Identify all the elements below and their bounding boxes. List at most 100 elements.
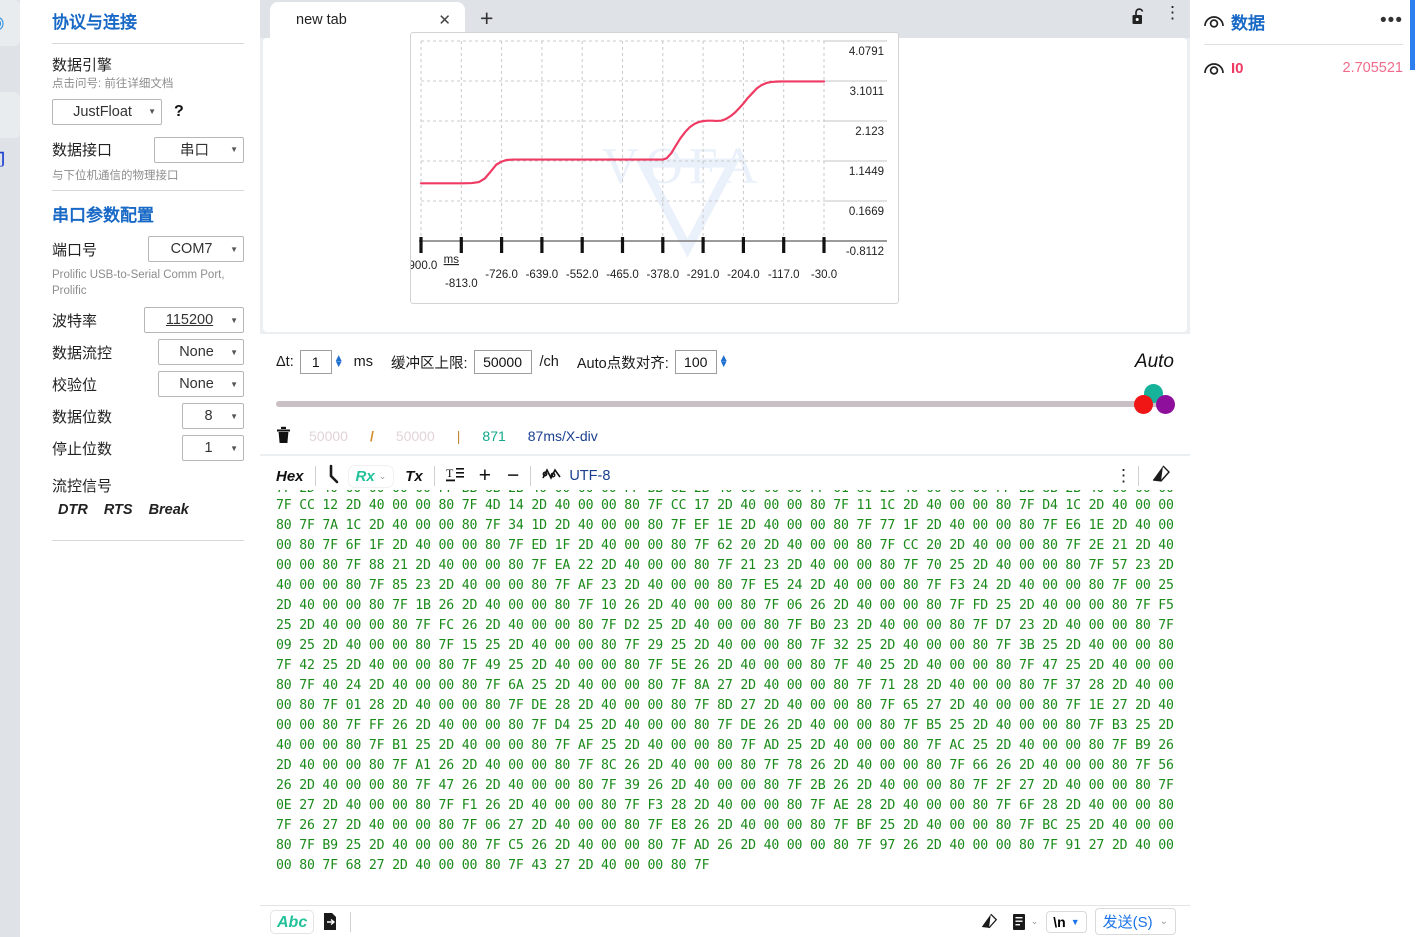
chevron-down-icon[interactable]: ⌄ [1160, 916, 1168, 927]
panel-scrollbar[interactable] [1410, 0, 1415, 70]
data-interface-label: 数据接口 [52, 142, 113, 160]
slash-separator: / [369, 428, 374, 444]
slider-track[interactable] [276, 401, 1162, 407]
delta-t-unit: ms [353, 354, 373, 370]
hook-icon[interactable] [327, 464, 341, 488]
timeline-slider[interactable] [260, 384, 1190, 418]
eye-icon[interactable] [1204, 62, 1224, 75]
serial-param-row: 波特率 115200 ▼ [52, 307, 244, 334]
rx-label: Rx [355, 467, 375, 485]
data-engine-hint: 点击问号: 前往详细文档 [52, 78, 174, 90]
svg-text:-639.0: -639.0 [526, 269, 559, 281]
sidebar-item-app-logo[interactable]: ◉ [0, 0, 20, 46]
chevron-down-icon[interactable]: ⌄ [1031, 916, 1039, 927]
divider [52, 43, 244, 44]
hex-toggle[interactable]: Hex [276, 468, 304, 485]
sidebar-item-layers[interactable]: ❐ [0, 138, 20, 184]
port-select[interactable]: COM7 ▼ [148, 236, 244, 263]
sidebar-item-record[interactable]: ◑ [0, 46, 20, 92]
channel-value: 2.705521 [1342, 60, 1403, 76]
svg-text:-378.0: -378.0 [646, 269, 679, 281]
buffer-limit-label: 缓冲区上限: [391, 355, 468, 372]
serial-param-select[interactable]: None ▼ [158, 339, 244, 366]
channel-row[interactable]: I0 2.705521 [1204, 55, 1403, 81]
svg-text:-204.0: -204.0 [727, 269, 760, 281]
data-panel-title: 数据 [1231, 13, 1265, 33]
file-export-icon[interactable] [322, 912, 339, 931]
chart-container[interactable]: VOFA -0.8112 0.1669 1.1449 2.123 3.1011 4.0791… [405, 32, 899, 304]
chevron-down-icon: ▼ [230, 244, 238, 254]
delta-t-stepper[interactable]: ▲ ▼ [334, 353, 344, 370]
more-options-icon[interactable]: ⋮ [1115, 467, 1132, 484]
auto-button[interactable]: Auto [1135, 351, 1174, 373]
chevron-down-icon[interactable]: ⌄ [379, 471, 387, 482]
unlock-icon[interactable] [1131, 7, 1148, 31]
data-panel-menu-icon[interactable]: ••• [1380, 12, 1403, 30]
sidebar-item-bars[interactable]: ≡ [0, 92, 20, 138]
abc-mode-button[interactable]: Abc [270, 909, 315, 934]
app-logo-icon: ◉ [0, 14, 5, 33]
data-interface-row: 数据接口 串口 ▼ [52, 136, 244, 163]
flow-signal-label: 流控信号 [52, 478, 113, 496]
handle-purple[interactable] [1156, 395, 1175, 414]
trash-icon[interactable] [276, 426, 291, 447]
settings-panel: 协议与连接 数据引擎 点击问号: 前往详细文档 JustFloat ▼ ? 数据… [20, 0, 260, 937]
delta-t-value: 1 [311, 354, 320, 370]
dtr-button[interactable]: DTR [58, 502, 88, 518]
divider [52, 540, 244, 542]
data-panel: 数据 ••• I0 2.705521 [1190, 0, 1417, 937]
help-icon[interactable]: ? [174, 103, 184, 121]
chevron-down-icon: ▼ [230, 443, 238, 453]
svg-text:-117.0: -117.0 [768, 269, 800, 281]
port-value: COM7 [170, 241, 213, 258]
rx-mode-button[interactable]: Rx ⌄ [348, 465, 394, 487]
handle-red[interactable] [1134, 395, 1153, 414]
auto-align-stepper[interactable]: ▲ ▼ [719, 353, 729, 370]
buffer-limit-input[interactable]: 50000 [473, 350, 532, 374]
zoom-out-button[interactable]: − [507, 464, 519, 488]
chevron-down-icon[interactable]: ▼ [1071, 917, 1080, 927]
tab-label: new tab [296, 12, 347, 28]
data-engine-label: 数据引擎 [52, 57, 113, 74]
stepper-down-icon[interactable]: ▼ [334, 359, 344, 369]
buffer-limit-value: 50000 [483, 354, 522, 370]
hex-log-output[interactable]: 7F CC 12 2D 40 00 00 80 7F 4D 14 2D 40 0… [260, 496, 1190, 905]
serial-param-label: 停止位数 [52, 440, 113, 458]
eraser-icon[interactable] [979, 912, 999, 931]
encoding-label[interactable]: UTF-8 [569, 468, 610, 484]
eraser-icon[interactable] [1150, 464, 1172, 488]
data-engine-select[interactable]: JustFloat ▼ [52, 98, 162, 125]
eye-icon[interactable] [1204, 15, 1224, 28]
list-icon[interactable]: ⌄ [1011, 913, 1039, 931]
stepper-down-icon[interactable]: ▼ [719, 359, 729, 369]
waveform-chart[interactable]: VOFA-0.81120.16691.14492.1233.10114.0791… [405, 33, 898, 303]
serial-param-select[interactable]: 8 ▼ [182, 403, 244, 430]
main-area: new tab ✕ + ⋮ VOFA -0.8112 0.1669 1.1449 2.1… [260, 0, 1190, 937]
chevron-down-icon: ▼ [148, 107, 156, 117]
auto-align-input[interactable]: 100 [674, 350, 717, 374]
send-toolbar: Abc ⌄ \n ▼ 发送(S) ⌄ [260, 905, 1190, 937]
break-button[interactable]: Break [149, 502, 189, 518]
divider [1138, 466, 1139, 486]
waveform-icon[interactable] [542, 466, 562, 486]
serial-param-select[interactable]: 1 ▼ [182, 435, 244, 462]
svg-text:-0.8112: -0.8112 [846, 246, 884, 258]
delta-t-input[interactable]: 1 [299, 350, 332, 374]
rts-button[interactable]: RTS [104, 502, 133, 518]
data-engine-value: JustFloat [73, 103, 132, 120]
send-button[interactable]: 发送(S) ⌄ [1094, 908, 1176, 935]
zoom-in-button[interactable]: + [479, 464, 491, 488]
serial-param-select[interactable]: None ▼ [158, 371, 244, 398]
close-icon[interactable]: ✕ [438, 11, 451, 29]
serial-param-select[interactable]: 115200 ▼ [144, 307, 244, 334]
tx-mode-button[interactable]: Tx [405, 468, 423, 485]
status-row: 50000 / 50000 | 871 87ms/X-div [260, 418, 1190, 454]
svg-text:-552.0: -552.0 [566, 269, 599, 281]
tab-menu-icon[interactable]: ⋮ [1164, 4, 1181, 21]
add-tab-icon[interactable]: + [480, 7, 493, 30]
newline-select[interactable]: \n ▼ [1046, 910, 1087, 933]
serial-param-row: 停止位数 1 ▼ [52, 435, 244, 462]
text-wrap-icon[interactable]: T [445, 465, 465, 487]
data-interface-select[interactable]: 串口 ▼ [154, 136, 244, 163]
divider-bar: | [456, 428, 461, 444]
